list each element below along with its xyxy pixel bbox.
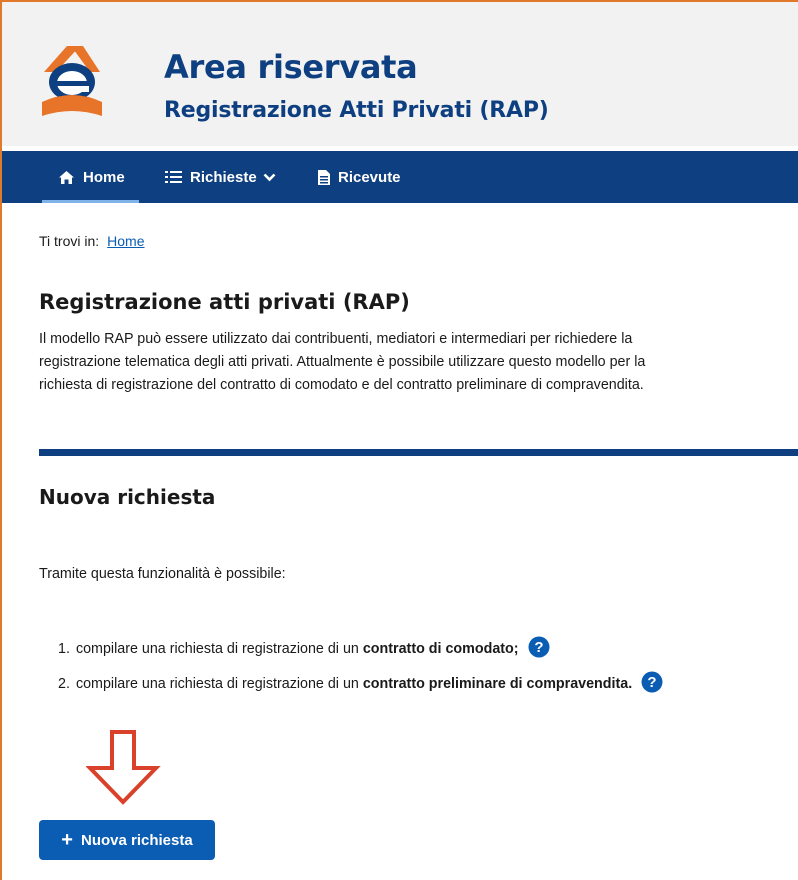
page-title: Registrazione atti privati (RAP) — [39, 290, 410, 314]
list-item: 1. compilare una richiesta di registrazi… — [58, 636, 550, 662]
list-bold-text: contratto preliminare di compravendita. — [362, 676, 633, 692]
home-icon — [58, 170, 75, 185]
svg-text:?: ? — [534, 639, 543, 656]
nav-home-label: Home — [83, 168, 125, 186]
agenzia-entrate-logo — [42, 46, 102, 116]
list-number: 1. — [58, 641, 70, 657]
breadcrumb: Ti trovi in: Home — [39, 233, 145, 249]
chevron-down-icon — [263, 173, 276, 182]
list-text: compilare una richiesta di registrazione… — [75, 641, 359, 657]
svg-text:?: ? — [648, 674, 657, 691]
new-request-button[interactable]: + Nuova richiesta — [39, 820, 215, 860]
nav-richieste[interactable]: Richieste — [165, 151, 276, 203]
intro-line: registrazione telematica degli atti priv… — [39, 354, 646, 370]
nav-home[interactable]: Home — [42, 151, 139, 203]
new-request-button-label: Nuova richiesta — [80, 831, 193, 849]
list-text: compilare una richiesta di registrazione… — [75, 676, 359, 692]
nav-ricevute[interactable]: Ricevute — [318, 151, 401, 203]
help-icon[interactable]: ? — [528, 636, 550, 662]
list-icon — [165, 170, 182, 184]
section-divider — [39, 449, 798, 456]
list-bold-text: contratto di comodato; — [362, 641, 519, 657]
nav-ricevute-label: Ricevute — [338, 168, 401, 186]
section-title: Nuova richiesta — [39, 485, 216, 509]
document-icon — [318, 169, 330, 185]
list-item: 2. compilare una richiesta di registrazi… — [58, 671, 663, 697]
section-lead: Tramite questa funzionalità è possibile: — [39, 566, 286, 582]
app-title: Area riservata — [164, 48, 418, 86]
down-arrow-icon — [86, 730, 161, 805]
nav-richieste-label: Richieste — [190, 168, 257, 186]
header: Area riservata Registrazione Atti Privat… — [2, 2, 798, 146]
breadcrumb-prefix: Ti trovi in: — [39, 233, 100, 249]
breadcrumb-home-link[interactable]: Home — [107, 233, 144, 249]
intro-line: Il modello RAP può essere utilizzato dai… — [39, 331, 633, 347]
plus-icon: + — [61, 829, 73, 851]
intro-line: richiesta di registrazione del contratto… — [39, 377, 644, 393]
intro-text: Il modello RAP può essere utilizzato dai… — [39, 328, 789, 397]
list-number: 2. — [58, 676, 70, 692]
main-nav: Home Richieste Ricevute — [2, 151, 798, 203]
app-subtitle: Registrazione Atti Privati (RAP) — [164, 98, 549, 123]
help-icon[interactable]: ? — [641, 671, 663, 697]
